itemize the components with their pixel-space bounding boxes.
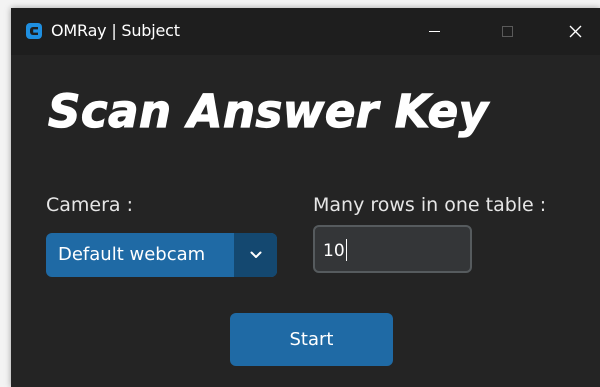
app-window: OMRay | Subject Scan Answer Key Camera :… <box>11 8 600 387</box>
maximize-button <box>484 8 530 55</box>
rows-input-text: 10 <box>323 241 345 261</box>
rows-input-value: 10 <box>323 239 347 261</box>
rows-input[interactable]: 10 <box>313 225 472 273</box>
app-logo-icon <box>26 23 42 39</box>
rows-label: Many rows in one table : <box>313 194 547 216</box>
camera-dropdown-toggle[interactable] <box>234 233 277 277</box>
chevron-down-icon <box>250 251 261 258</box>
camera-dropdown-value: Default webcam <box>58 244 206 265</box>
minimize-button[interactable] <box>411 8 457 55</box>
camera-dropdown[interactable]: Default webcam <box>46 233 277 277</box>
window-title: OMRay | Subject <box>51 21 180 40</box>
maximize-icon <box>501 26 513 37</box>
close-icon <box>569 25 581 38</box>
close-button[interactable] <box>552 8 598 55</box>
camera-label: Camera : <box>46 194 134 216</box>
minimize-icon <box>428 31 440 32</box>
start-button[interactable]: Start <box>230 313 393 366</box>
title-bar[interactable]: OMRay | Subject <box>11 8 600 55</box>
start-button-label: Start <box>289 329 334 350</box>
text-caret <box>345 239 347 261</box>
page-title: Scan Answer Key <box>47 84 489 138</box>
